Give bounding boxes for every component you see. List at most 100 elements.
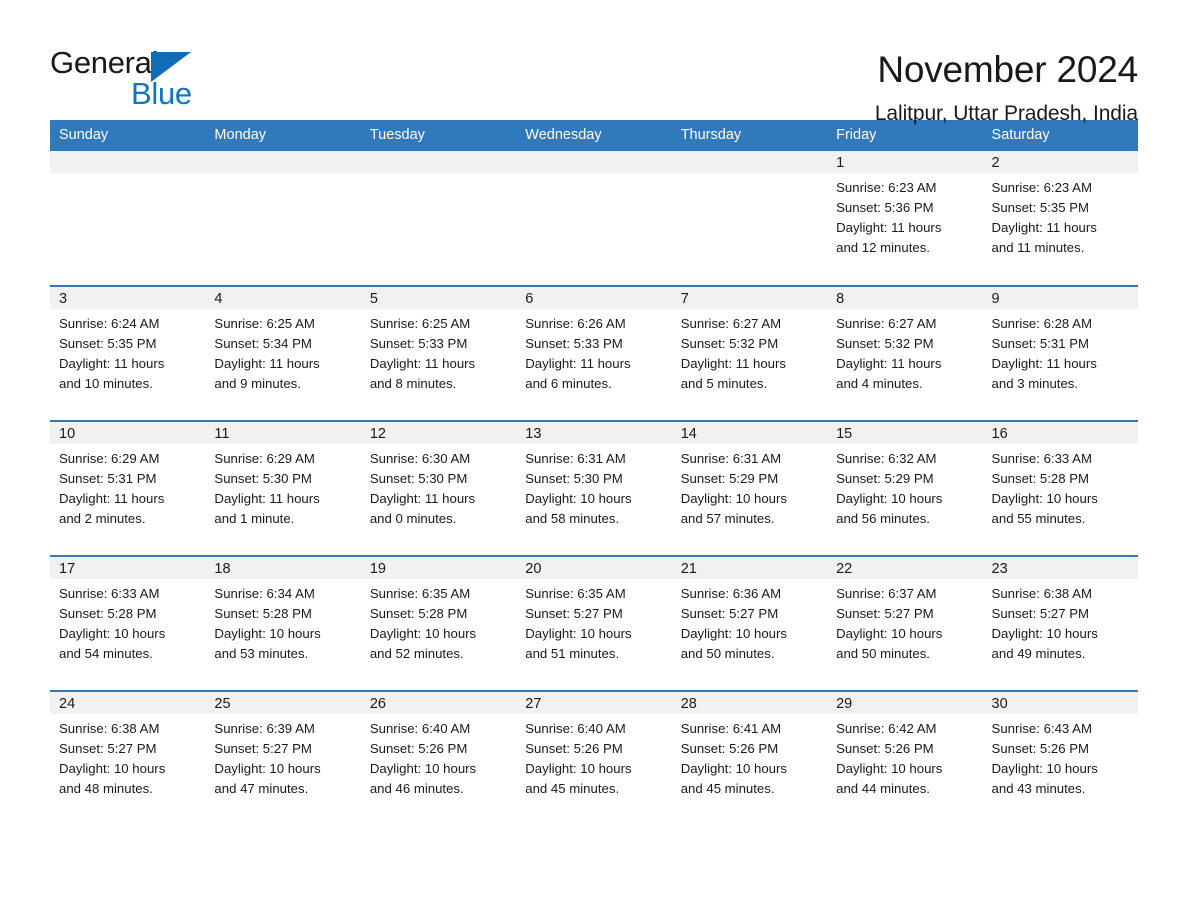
day-details: Sunrise: 6:30 AM Sunset: 5:30 PM Daylight:… [361,444,516,529]
daylight-duration-line1: Daylight: 10 hours [369,626,477,641]
day-details: Sunrise: 6:23 AM Sunset: 5:35 PM Daylight:… [983,173,1138,258]
day-cell-empty [50,151,206,286]
day-cell[interactable]: 26 Sunrise: 6:40 AM Sunset: 5:26 PM Dayligh… [360,690,517,826]
sunrise-time: Sunrise: 6:37 AM [836,586,937,601]
daylight-duration-line2: and 6 minutes. [525,376,612,391]
day-number: 7 [671,287,828,309]
sunset-time: Sunset: 5:27 PM [680,606,779,621]
weekday-header-thursday: Thursday [671,120,828,151]
day-cell[interactable]: 11 Sunrise: 6:29 AM Sunset: 5:30 PM Dayligh… [205,420,361,556]
day-cell[interactable]: 7 Sunrise: 6:27 AM Sunset: 5:32 PM Daylight… [671,285,828,421]
sunset-time: Sunset: 5:27 PM [836,606,934,621]
daylight-duration-line1: Daylight: 11 hours [59,356,165,371]
sunrise-time: Sunrise: 6:32 AM [836,451,937,466]
day-details: Sunrise: 6:33 AM Sunset: 5:28 PM Daylight:… [983,444,1138,529]
sunset-time: Sunset: 5:27 PM [991,606,1090,621]
day-details: Sunrise: 6:43 AM Sunset: 5:26 PM Daylight:… [983,714,1138,799]
daylight-duration-line2: and 51 minutes. [525,646,620,661]
day-number: 1 [827,151,983,173]
sunset-time: Sunset: 5:27 PM [59,741,157,756]
sunrise-time: Sunrise: 6:27 AM [836,316,937,331]
sunrise-time: Sunrise: 6:25 AM [369,316,471,331]
sunrise-time: Sunrise: 6:30 AM [369,451,471,466]
sunset-time: Sunset: 5:26 PM [525,741,623,756]
day-cell[interactable]: 29 Sunrise: 6:42 AM Sunset: 5:26 PM Dayligh… [827,690,983,826]
day-cell[interactable]: 19 Sunrise: 6:35 AM Sunset: 5:28 PM Dayligh… [360,555,517,691]
daylight-duration-line1: Daylight: 10 hours [991,491,1098,506]
day-cell-empty [360,151,517,286]
day-details: Sunrise: 6:31 AM Sunset: 5:29 PM Daylight:… [672,444,827,529]
daylight-duration-line1: Daylight: 10 hours [525,626,632,641]
weekday-header-monday: Monday [205,120,361,151]
day-cell[interactable]: 24 Sunrise: 6:38 AM Sunset: 5:27 PM Dayligh… [50,690,206,826]
daylight-duration-line1: Daylight: 10 hours [836,761,943,776]
day-cell[interactable]: 6 Sunrise: 6:26 AM Sunset: 5:33 PM Daylight… [516,285,672,421]
daylight-duration-line1: Daylight: 10 hours [991,761,1098,776]
day-details: Sunrise: 6:29 AM Sunset: 5:30 PM Daylight:… [205,444,360,529]
day-details: Sunrise: 6:38 AM Sunset: 5:27 PM Daylight:… [50,714,205,799]
sunset-time: Sunset: 5:30 PM [369,471,468,486]
daylight-duration-line1: Daylight: 11 hours [680,356,786,371]
day-number: 3 [50,287,206,309]
daylight-duration-line2: and 12 minutes. [836,240,930,255]
day-number: 19 [360,557,517,579]
day-details: Sunrise: 6:35 AM Sunset: 5:28 PM Daylight:… [361,579,516,664]
day-number: 28 [671,692,828,714]
daylight-duration-line2: and 8 minutes. [369,376,457,391]
day-number: 15 [827,422,983,444]
day-cell[interactable]: 1 Sunrise: 6:23 AM Sunset: 5:36 PM Daylight… [827,151,983,286]
daylight-duration-line2: and 52 minutes. [369,646,464,661]
sunrise-time: Sunrise: 6:28 AM [991,316,1092,331]
day-cell[interactable]: 5 Sunrise: 6:25 AM Sunset: 5:33 PM Daylight… [360,285,517,421]
sunset-time: Sunset: 5:28 PM [369,606,468,621]
day-details: Sunrise: 6:27 AM Sunset: 5:32 PM Daylight:… [827,309,982,394]
daylight-duration-line1: Daylight: 10 hours [525,761,632,776]
day-cell[interactable]: 20 Sunrise: 6:35 AM Sunset: 5:27 PM Dayligh… [516,555,672,691]
day-cell[interactable]: 3 Sunrise: 6:24 AM Sunset: 5:35 PM Daylight… [50,285,206,421]
day-cell[interactable]: 23 Sunrise: 6:38 AM Sunset: 5:27 PM Dayligh… [982,555,1138,691]
day-cell[interactable]: 21 Sunrise: 6:36 AM Sunset: 5:27 PM Dayligh… [671,555,828,691]
generalblue-logo: General Blue [50,46,192,114]
sunrise-time: Sunrise: 6:35 AM [525,586,626,601]
day-cell[interactable]: 18 Sunrise: 6:34 AM Sunset: 5:28 PM Dayligh… [205,555,361,691]
calendar-body: 1 Sunrise: 6:23 AM Sunset: 5:36 PM Daylight… [50,151,1138,826]
day-details: Sunrise: 6:33 AM Sunset: 5:28 PM Daylight:… [50,579,205,664]
sunrise-time: Sunrise: 6:43 AM [991,721,1092,736]
sunset-time: Sunset: 5:26 PM [680,741,779,756]
day-cell[interactable]: 17 Sunrise: 6:33 AM Sunset: 5:28 PM Dayligh… [50,555,206,691]
day-number: 24 [50,692,206,714]
day-cell[interactable]: 28 Sunrise: 6:41 AM Sunset: 5:26 PM Dayligh… [671,690,828,826]
daylight-duration-line1: Daylight: 11 hours [59,491,165,506]
sunset-time: Sunset: 5:26 PM [836,741,934,756]
day-cell[interactable]: 8 Sunrise: 6:27 AM Sunset: 5:32 PM Daylight… [827,285,983,421]
daylight-duration-line2: and 50 minutes. [836,646,930,661]
weekday-header-sunday: Sunday [50,120,206,151]
daylight-duration-line2: and 10 minutes. [59,376,153,391]
day-cell[interactable]: 12 Sunrise: 6:30 AM Sunset: 5:30 PM Dayligh… [360,420,517,556]
day-number: 11 [205,422,361,444]
day-details: Sunrise: 6:29 AM Sunset: 5:31 PM Daylight:… [50,444,205,529]
day-cell[interactable]: 22 Sunrise: 6:37 AM Sunset: 5:27 PM Dayligh… [827,555,983,691]
day-cell[interactable]: 30 Sunrise: 6:43 AM Sunset: 5:26 PM Dayligh… [982,690,1138,826]
day-details: Sunrise: 6:25 AM Sunset: 5:34 PM Daylight:… [205,309,360,394]
day-number: 14 [671,422,828,444]
day-cell[interactable]: 16 Sunrise: 6:33 AM Sunset: 5:28 PM Dayligh… [982,420,1138,556]
day-cell[interactable]: 14 Sunrise: 6:31 AM Sunset: 5:29 PM Dayligh… [671,420,828,556]
daylight-duration-line1: Daylight: 10 hours [369,761,477,776]
day-cell[interactable]: 10 Sunrise: 6:29 AM Sunset: 5:31 PM Dayligh… [50,420,206,556]
day-cell[interactable]: 4 Sunrise: 6:25 AM Sunset: 5:34 PM Daylight… [205,285,361,421]
sunrise-time: Sunrise: 6:23 AM [991,180,1092,195]
sunrise-time: Sunrise: 6:38 AM [59,721,160,736]
sunset-time: Sunset: 5:35 PM [59,336,157,351]
day-cell[interactable]: 27 Sunrise: 6:40 AM Sunset: 5:26 PM Dayligh… [516,690,672,826]
day-details: Sunrise: 6:36 AM Sunset: 5:27 PM Daylight:… [672,579,827,664]
day-cell[interactable]: 15 Sunrise: 6:32 AM Sunset: 5:29 PM Dayligh… [827,420,983,556]
day-details: Sunrise: 6:25 AM Sunset: 5:33 PM Daylight:… [361,309,516,394]
daylight-duration-line1: Daylight: 10 hours [525,491,632,506]
day-cell[interactable]: 25 Sunrise: 6:39 AM Sunset: 5:27 PM Dayligh… [205,690,361,826]
title-block: November 2024 Lalitpur, Uttar Pradesh, I… [875,46,1138,127]
day-cell[interactable]: 9 Sunrise: 6:28 AM Sunset: 5:31 PM Daylight… [982,285,1138,421]
day-cell[interactable]: 2 Sunrise: 6:23 AM Sunset: 5:35 PM Daylight… [982,151,1138,286]
sunrise-time: Sunrise: 6:31 AM [680,451,782,466]
day-cell[interactable]: 13 Sunrise: 6:31 AM Sunset: 5:30 PM Dayligh… [516,420,672,556]
